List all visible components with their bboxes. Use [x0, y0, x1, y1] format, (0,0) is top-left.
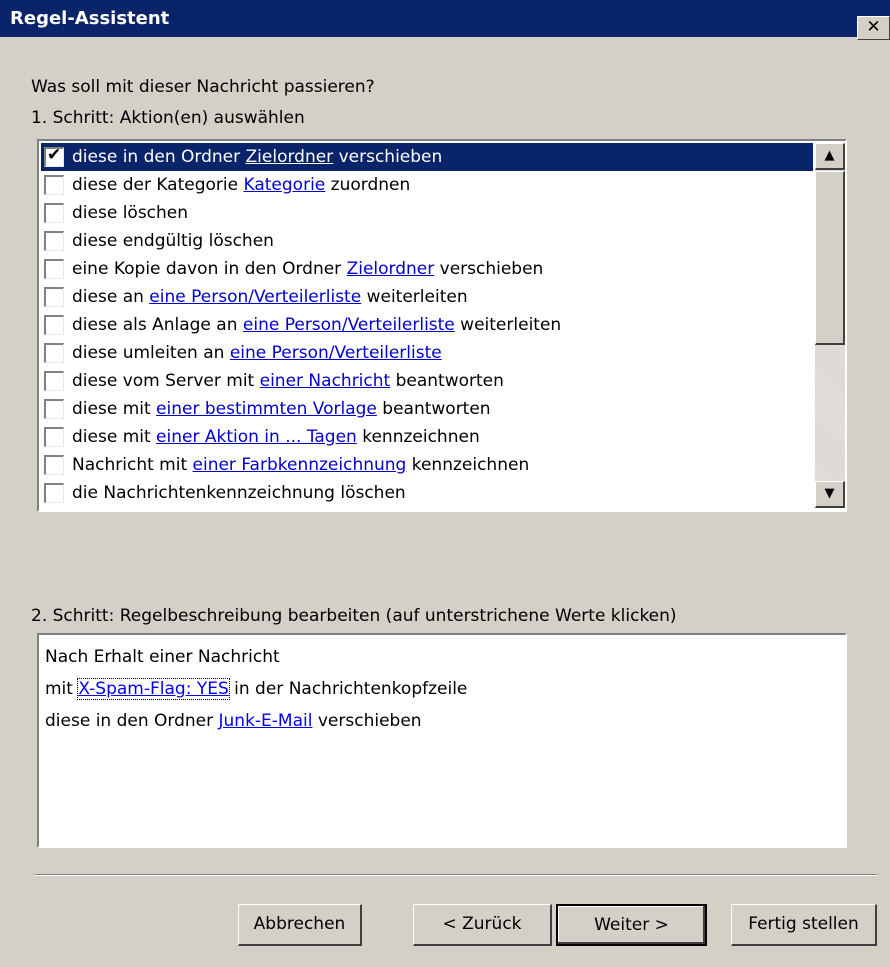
title-bar: Regel-Assistent [0, 0, 890, 37]
action-row[interactable]: diese mit einer bestimmten Vorlage beant… [41, 395, 813, 423]
action-text: weiterleiten [454, 315, 562, 335]
scroll-up-icon[interactable]: ▲ [815, 143, 845, 170]
action-text: beantworten [376, 399, 491, 419]
action-param-link[interactable]: einer Nachricht [260, 371, 391, 391]
header-value-link[interactable]: X-Spam-Flag: YES [77, 678, 230, 700]
desc-text: Nach Erhalt einer Nachricht [45, 647, 280, 667]
vertical-scrollbar[interactable]: ▲ ▼ [815, 143, 845, 508]
action-text: weiterleiten [361, 287, 468, 307]
action-text: diese endgültig löschen [72, 231, 274, 251]
action-text: eine Kopie davon in den Ordner [72, 259, 347, 279]
action-param-link[interactable]: eine Person/Verteilerliste [149, 287, 361, 307]
action-text: diese vom Server mit [72, 371, 260, 391]
action-checkbox[interactable] [44, 145, 64, 167]
action-text: diese in den Ordner [72, 147, 246, 167]
window-title: Regel-Assistent [10, 8, 170, 29]
action-param-link[interactable]: einer Aktion in ... Tagen [156, 427, 357, 447]
action-text: diese mit [72, 399, 157, 419]
action-text: Nachricht mit [72, 455, 193, 475]
action-text: verschieben [434, 259, 544, 279]
cancel-button[interactable]: Abbrechen [238, 904, 362, 946]
action-checkbox[interactable] [44, 343, 64, 363]
desc-text: mit [45, 679, 79, 699]
action-text: diese als Anlage an [72, 315, 243, 335]
action-row[interactable]: diese als Anlage an eine Person/Verteile… [41, 311, 813, 339]
action-param-link[interactable]: Zielordner [347, 259, 435, 279]
action-checkbox[interactable] [44, 175, 64, 195]
action-text: verschieben [333, 147, 443, 167]
action-checkbox[interactable] [44, 455, 64, 475]
action-text: diese umleiten an [72, 343, 230, 363]
desc-text: verschieben [312, 711, 422, 731]
rule-description-box: Nach Erhalt einer Nachricht mit X-Spam-F… [37, 633, 847, 848]
action-param-link[interactable]: eine Person/Verteilerliste [243, 315, 455, 335]
action-row[interactable]: die Nachrichtenkennzeichnung löschen [41, 479, 813, 507]
action-param-link[interactable]: einer Farbkennzeichnung [193, 455, 407, 475]
step1-label: 1. Schritt: Aktion(en) auswählen [31, 108, 305, 128]
action-text: kennzeichnen [356, 427, 480, 447]
action-text: beantworten [390, 371, 504, 391]
action-text: diese mit [72, 427, 157, 447]
action-param-link[interactable]: eine Person/Verteilerliste [230, 343, 442, 363]
step2-label: 2. Schritt: Regelbeschreibung bearbeiten… [31, 606, 677, 626]
action-checkbox[interactable] [44, 399, 64, 419]
desc-line-3: diese in den Ordner Junk-E-Mail verschie… [45, 707, 839, 739]
action-row[interactable]: diese vom Server mit einer Nachricht bea… [41, 367, 813, 395]
action-checkbox[interactable] [44, 287, 64, 307]
action-param-link[interactable]: Zielordner [246, 147, 334, 167]
desc-line-2: mit X-Spam-Flag: YES in der Nachrichtenk… [45, 675, 839, 707]
action-row[interactable]: diese mit einer Aktion in ... Tagen kenn… [41, 423, 813, 451]
action-checkbox[interactable] [44, 315, 64, 335]
action-text: diese der Kategorie [72, 175, 244, 195]
separator [35, 874, 877, 876]
action-row[interactable]: Nachricht mit einer Farbkennzeichnung ke… [41, 451, 813, 479]
action-row[interactable]: diese umleiten an eine Person/Verteilerl… [41, 339, 813, 367]
next-button[interactable]: Weiter > [556, 904, 707, 946]
action-row[interactable]: diese der Kategorie Kategorie zuordnen [41, 171, 813, 199]
action-text: kennzeichnen [406, 455, 530, 475]
action-text: diese löschen [72, 203, 189, 223]
prompt-text: Was soll mit dieser Nachricht passieren? [31, 77, 375, 97]
action-row[interactable]: diese endgültig löschen [41, 227, 813, 255]
actions-listbox[interactable]: diese in den Ordner Zielordner verschieb… [37, 139, 847, 512]
action-param-link[interactable]: einer bestimmten Vorlage [156, 399, 377, 419]
back-button[interactable]: < Zurück [413, 904, 552, 946]
action-row[interactable]: diese an eine Person/Verteilerliste weit… [41, 283, 813, 311]
action-checkbox[interactable] [44, 483, 64, 503]
actions-list: diese in den Ordner Zielordner verschieb… [41, 143, 813, 508]
action-text: die Nachrichtenkennzeichnung löschen [72, 483, 406, 503]
action-param-link[interactable]: Kategorie [244, 175, 326, 195]
scroll-down-icon[interactable]: ▼ [815, 481, 845, 508]
action-checkbox[interactable] [44, 259, 64, 279]
desc-text: in der Nachrichtenkopfzeile [228, 679, 468, 699]
action-checkbox[interactable] [44, 203, 64, 223]
action-row[interactable]: diese löschen [41, 199, 813, 227]
close-icon[interactable]: ✕ [857, 16, 890, 40]
action-checkbox[interactable] [44, 427, 64, 447]
target-folder-link[interactable]: Junk-E-Mail [219, 711, 313, 731]
desc-text: diese in den Ordner [45, 711, 219, 731]
action-text: zuordnen [325, 175, 411, 195]
finish-button[interactable]: Fertig stellen [731, 904, 877, 946]
action-row[interactable]: eine Kopie davon in den Ordner Zielordne… [41, 255, 813, 283]
action-text: diese an [72, 287, 150, 307]
scroll-thumb[interactable] [815, 171, 845, 345]
action-row[interactable]: diese in den Ordner Zielordner verschieb… [41, 143, 813, 171]
desc-line-1: Nach Erhalt einer Nachricht [45, 643, 839, 675]
action-checkbox[interactable] [44, 371, 64, 391]
action-checkbox[interactable] [44, 231, 64, 251]
